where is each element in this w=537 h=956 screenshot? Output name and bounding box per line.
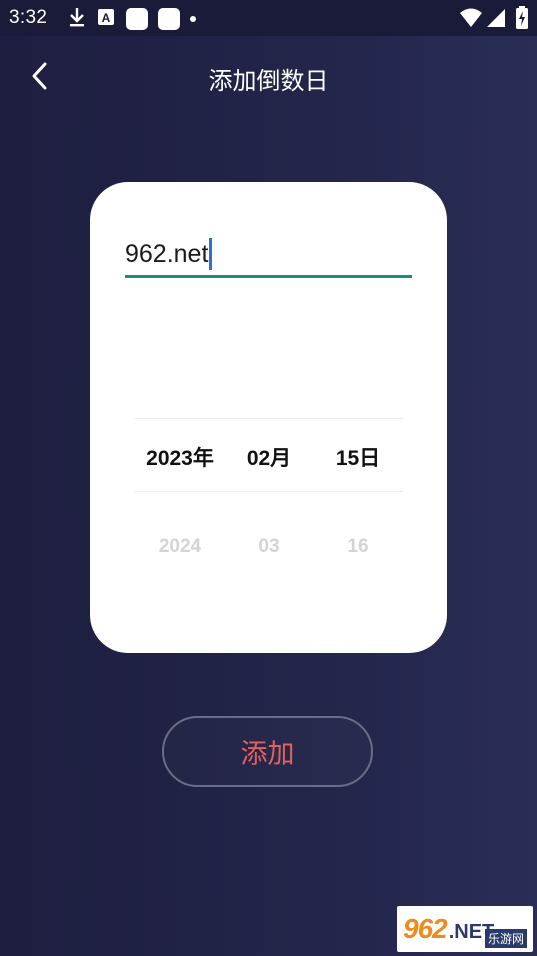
system-icons: [459, 6, 529, 34]
add-button[interactable]: 添加: [162, 716, 373, 787]
month-selected[interactable]: 02月: [224, 442, 314, 472]
status-time: 3:32: [9, 7, 48, 28]
app-square-icon: [126, 8, 148, 30]
date-picker[interactable]: 2023年 2024 02月 03 15日 16: [135, 418, 403, 598]
event-name-input[interactable]: 962.net: [125, 232, 412, 278]
day-selected[interactable]: 15日: [313, 442, 403, 472]
app-square-icon: [158, 8, 180, 30]
text-cursor: [209, 238, 213, 270]
wifi-icon: [459, 7, 483, 33]
download-icon: [68, 6, 86, 32]
page-title: 添加倒数日: [208, 67, 329, 95]
year-next[interactable]: 2024: [135, 536, 225, 558]
add-button-label: 添加: [240, 739, 295, 770]
more-dot-icon: [190, 16, 196, 22]
year-wheel[interactable]: 2023年 2024: [135, 418, 225, 598]
notification-icons: A: [68, 6, 206, 32]
a-notification-icon: A: [96, 7, 116, 31]
watermark-cn: 乐游网: [484, 929, 527, 948]
countdown-form-card: 962.net 2023年 2024 02月 03 15日 16: [90, 182, 447, 653]
site-watermark-logo: 962 .NET 乐游网: [397, 906, 533, 952]
year-selected[interactable]: 2023年: [135, 442, 225, 472]
battery-charging-icon: [515, 6, 529, 34]
status-bar: 3:32 A: [0, 0, 537, 36]
event-name-value: 962.net: [125, 238, 213, 270]
month-wheel[interactable]: 02月 03: [224, 418, 314, 598]
cell-signal-icon: [487, 7, 507, 33]
day-next[interactable]: 16: [313, 536, 403, 558]
day-wheel[interactable]: 15日 16: [313, 418, 403, 598]
svg-text:A: A: [102, 11, 111, 25]
header: 添加倒数日: [0, 36, 537, 120]
month-next[interactable]: 03: [224, 536, 314, 558]
event-name-text: 962.net: [125, 240, 209, 268]
watermark-number: 962: [403, 913, 448, 944]
